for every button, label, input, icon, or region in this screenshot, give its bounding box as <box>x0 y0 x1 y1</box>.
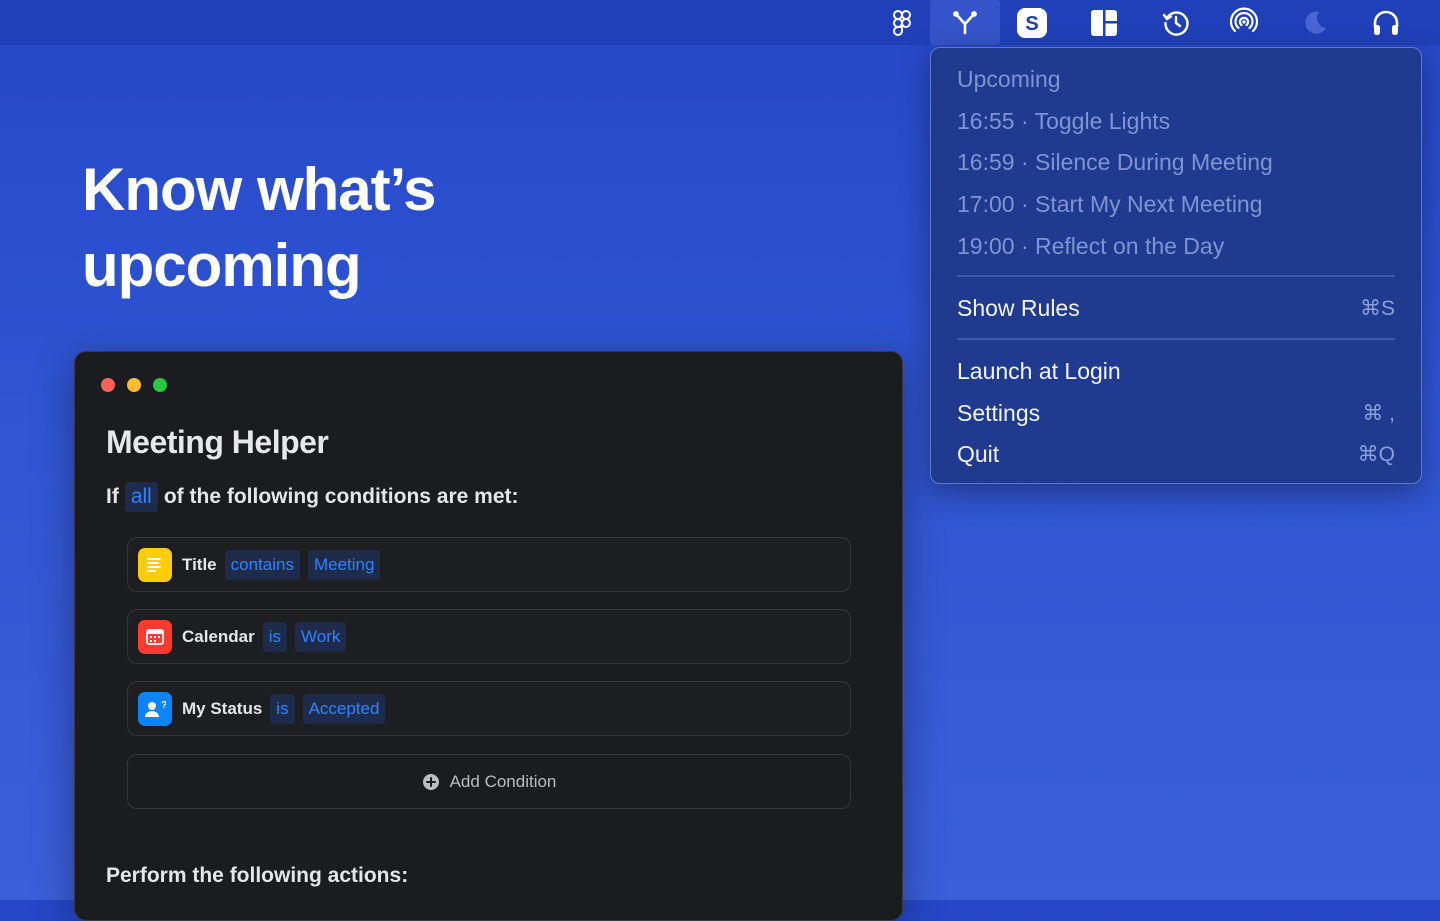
svg-text:S: S <box>1025 13 1038 35</box>
calendar-icon <box>138 619 172 654</box>
menu-item-settings[interactable]: Settings ⌘ , <box>957 396 1395 430</box>
upcoming-item-label: 17:00 · Start My Next Meeting <box>957 190 1263 217</box>
condition-value-field[interactable]: Work <box>295 621 347 652</box>
menu-upcoming-header: Upcoming <box>957 62 1395 96</box>
condition-value-field[interactable]: Meeting <box>307 549 381 580</box>
condition-row[interactable]: ? My Status is Accepted <box>127 681 851 736</box>
upcoming-item-label: 19:00 · Reflect on the Day <box>957 232 1225 259</box>
menu-shortcut: ⌘ , <box>1362 401 1395 425</box>
headphones-icon[interactable] <box>1358 0 1414 45</box>
menu-bar: S <box>0 0 1440 45</box>
menu-item-label: Quit <box>957 440 1000 467</box>
condition-value-field[interactable]: Accepted <box>302 693 386 724</box>
actions-heading: Perform the following actions: <box>106 864 409 887</box>
menu-item-show-rules[interactable]: Show Rules ⌘S <box>957 291 1395 325</box>
moon-icon[interactable] <box>1286 0 1342 45</box>
minimize-window-button[interactable] <box>127 378 141 392</box>
status-menu: Upcoming 16:55 · Toggle Lights 16:59 · S… <box>930 47 1422 484</box>
menu-upcoming-item: 16:55 · Toggle Lights <box>957 104 1395 138</box>
condition-sentence: If all of the following conditions are m… <box>106 482 519 512</box>
zoom-window-button[interactable] <box>153 378 167 392</box>
condition-quantifier-dropdown[interactable]: all <box>124 482 158 512</box>
menu-separator <box>957 338 1395 340</box>
menu-separator <box>957 275 1395 277</box>
notes-icon <box>138 547 172 582</box>
menu-shortcut: ⌘Q <box>1357 442 1395 466</box>
condition-field-label: Title <box>182 554 217 574</box>
upcoming-item-label: 16:59 · Silence During Meeting <box>957 148 1273 175</box>
menu-upcoming-item: 17:00 · Start My Next Meeting <box>957 187 1395 221</box>
menu-upcoming-item: 19:00 · Reflect on the Day <box>957 229 1395 263</box>
menu-upcoming-header-label: Upcoming <box>957 65 1061 92</box>
upcoming-item-label: 16:55 · Toggle Lights <box>957 107 1171 134</box>
condition-field-label: My Status <box>182 698 263 718</box>
condition-operator-dropdown[interactable]: is <box>270 693 295 724</box>
hero-headline: Know what’s upcoming <box>82 152 642 304</box>
split-y-icon[interactable] <box>930 0 1000 45</box>
airdrop-icon[interactable] <box>1216 0 1272 45</box>
close-window-button[interactable] <box>101 378 115 392</box>
svg-text:?: ? <box>161 700 166 711</box>
plus-circle-icon <box>422 773 439 790</box>
headline-line-2: upcoming <box>82 232 362 299</box>
add-condition-label: Add Condition <box>449 771 557 791</box>
menu-item-label: Launch at Login <box>957 357 1121 384</box>
s-badge-icon[interactable]: S <box>1004 0 1060 45</box>
menu-item-launch-at-login[interactable]: Launch at Login <box>957 354 1395 388</box>
add-condition-button[interactable]: Add Condition <box>127 754 851 809</box>
layout-icon[interactable] <box>1076 0 1132 45</box>
condition-row[interactable]: Title contains Meeting <box>127 537 851 592</box>
headline-line-1: Know what’s <box>82 156 436 223</box>
menu-item-quit[interactable]: Quit ⌘Q <box>957 437 1395 471</box>
condition-suffix: of the following conditions are met: <box>163 485 519 508</box>
condition-operator-dropdown[interactable]: contains <box>224 549 300 580</box>
rule-title[interactable]: Meeting Helper <box>106 424 329 461</box>
person-status-icon: ? <box>138 691 172 726</box>
figma-icon[interactable] <box>874 0 930 45</box>
rule-editor-window: Meeting Helper If all of the following c… <box>74 351 903 921</box>
condition-prefix: If <box>106 485 119 508</box>
menu-shortcut: ⌘S <box>1359 296 1395 320</box>
menu-upcoming-item: 16:59 · Silence During Meeting <box>957 145 1395 179</box>
menu-item-label: Show Rules <box>957 294 1080 321</box>
history-clock-icon[interactable] <box>1148 0 1204 45</box>
condition-operator-dropdown[interactable]: is <box>262 621 288 652</box>
menu-item-label: Settings <box>957 399 1041 426</box>
condition-row[interactable]: Calendar is Work <box>127 609 851 664</box>
condition-field-label: Calendar <box>182 626 255 646</box>
